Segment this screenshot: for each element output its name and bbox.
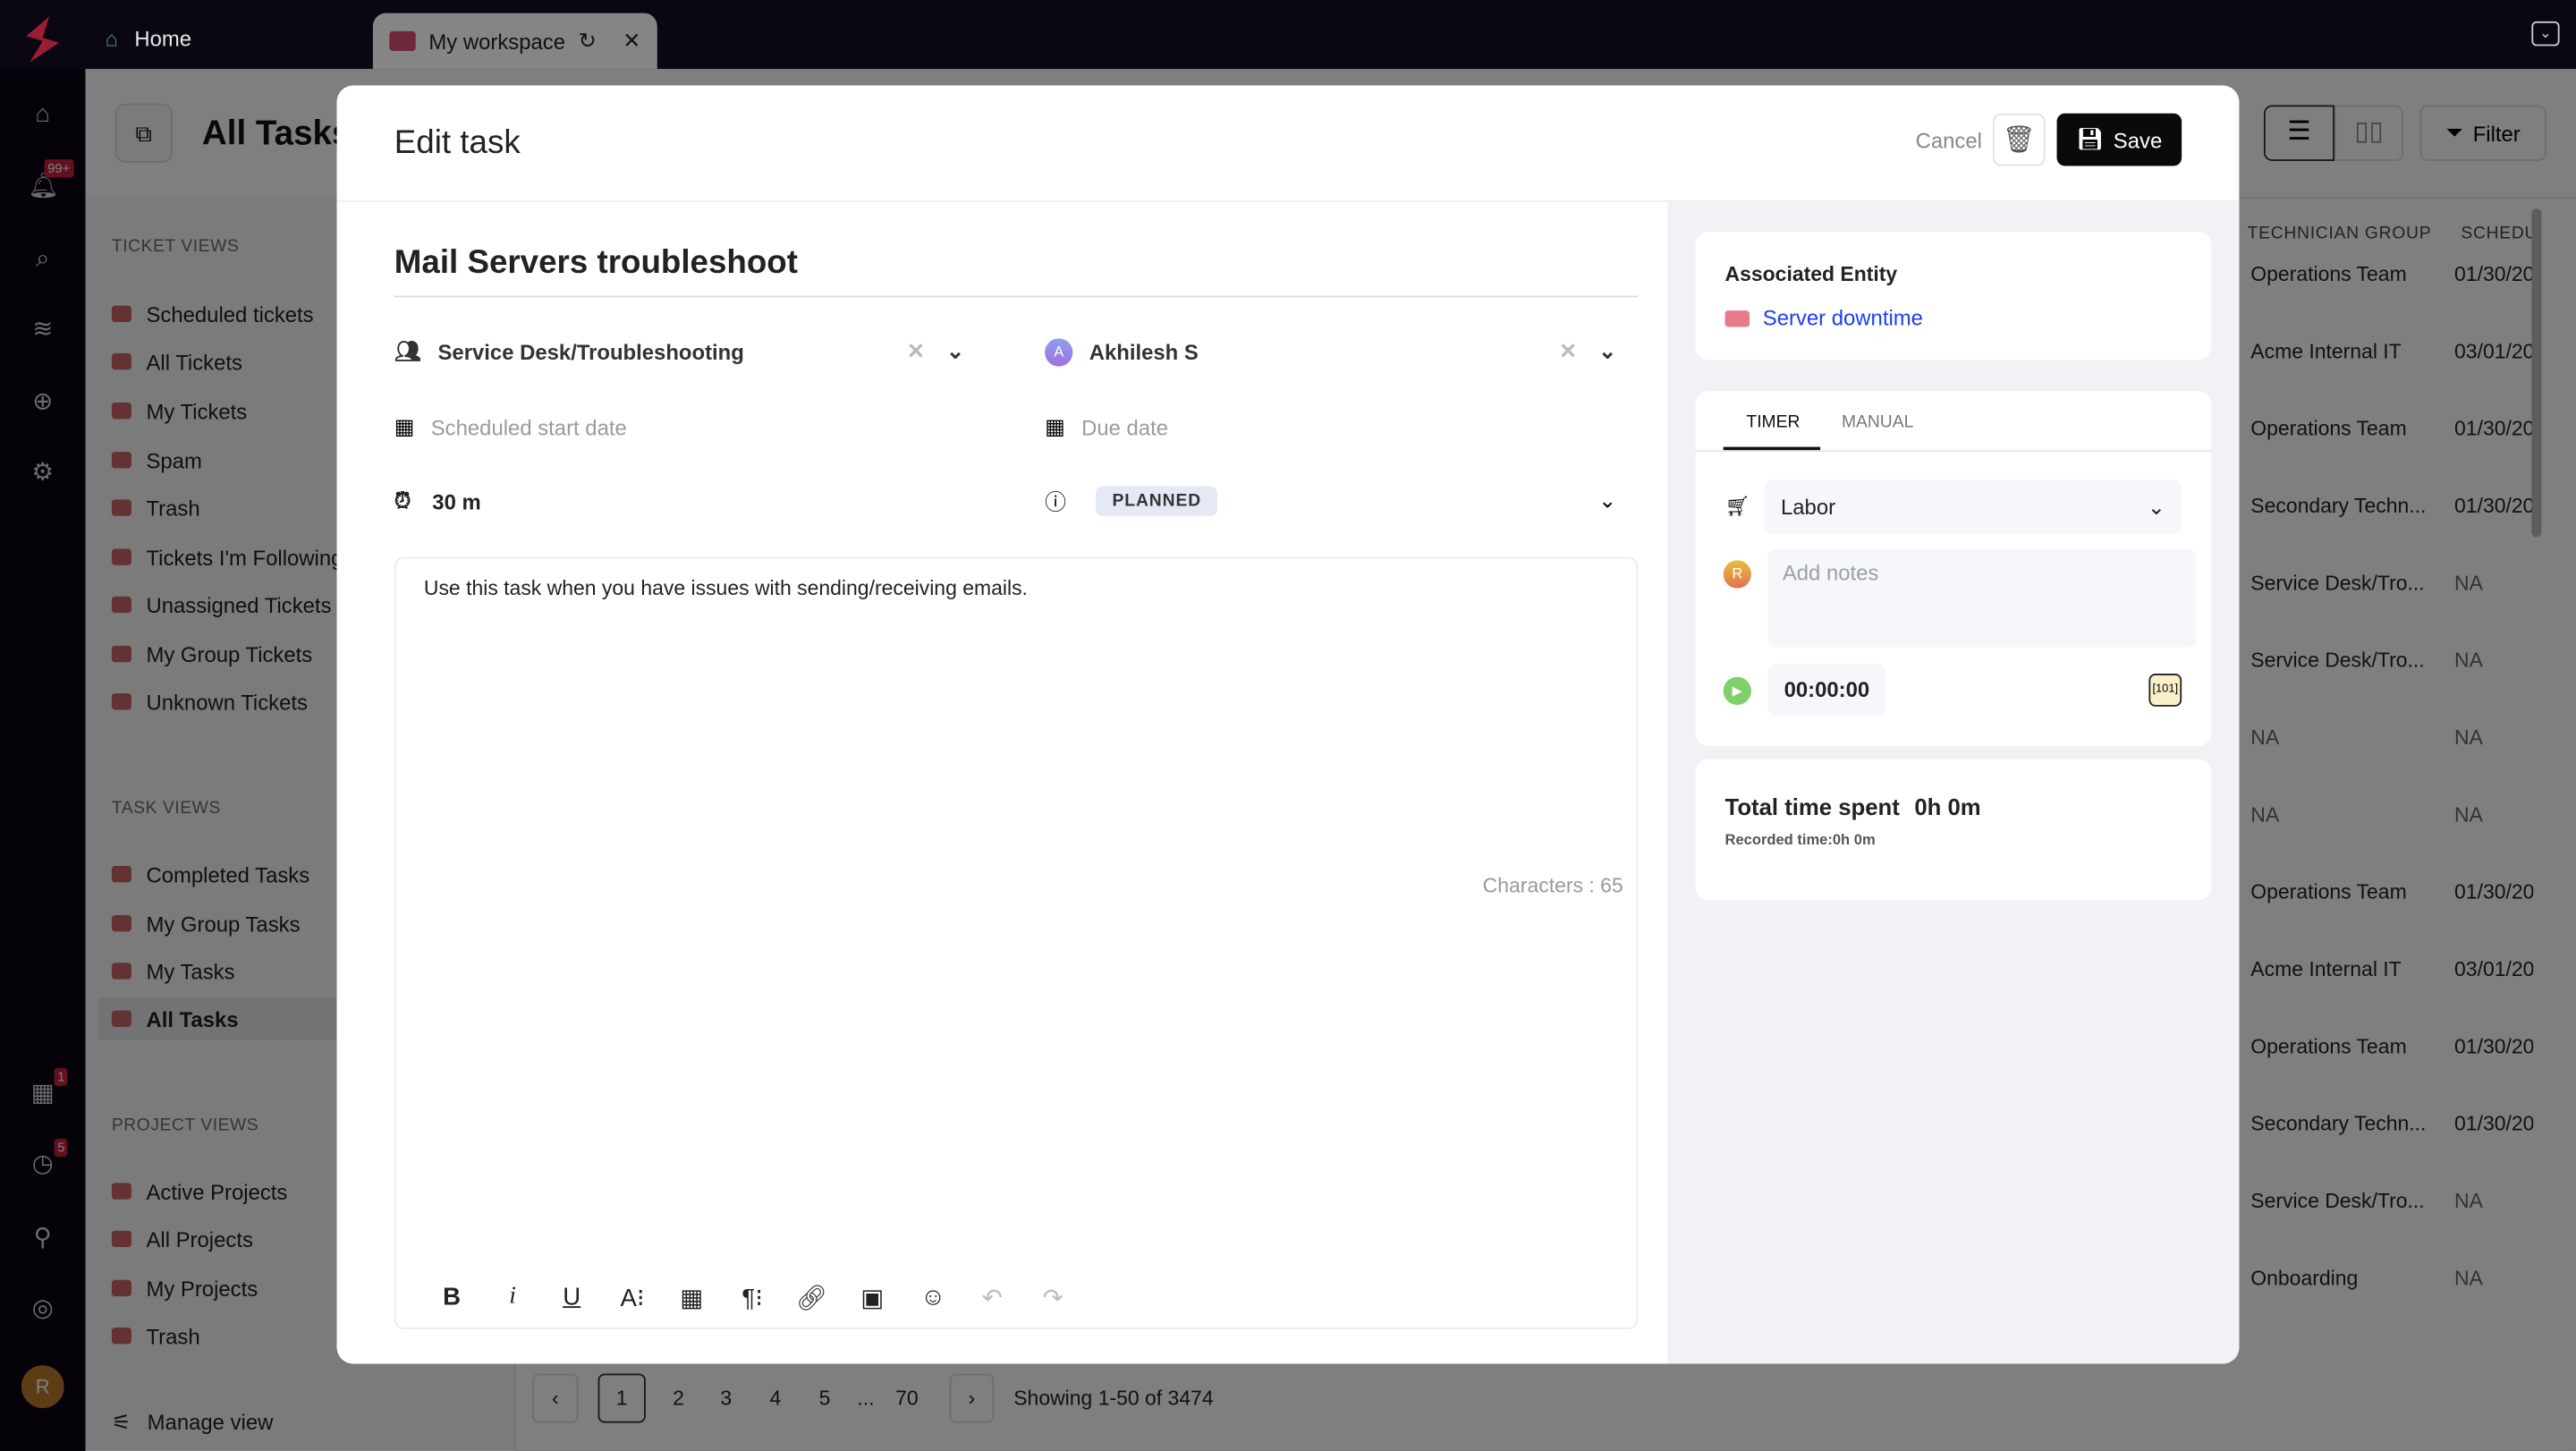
duration-field[interactable]: ⏰︎ 30 m bbox=[394, 488, 481, 513]
cancel-button[interactable]: Cancel bbox=[1916, 128, 1982, 153]
calendar-icon: ▦ bbox=[1045, 413, 1065, 439]
save-label: Save bbox=[2113, 127, 2163, 152]
modal-header: Edit task Cancel 🗑︎ 💾︎ Save bbox=[336, 86, 2240, 202]
time-tracking-panel: Associated Entity Server downtime TIMER … bbox=[1667, 201, 2240, 1364]
play-icon[interactable]: ▶ bbox=[1723, 676, 1751, 705]
redo-icon[interactable]: ↷ bbox=[1035, 1283, 1071, 1312]
assignee-select[interactable]: A Akhilesh S ✕ ⌄ bbox=[1045, 337, 1620, 367]
duration-value: 30 m bbox=[432, 488, 481, 513]
clear-assignee-icon[interactable]: ✕ bbox=[1559, 338, 1577, 364]
total-time-value: 0h 0m bbox=[1914, 793, 1981, 820]
user-avatar: R bbox=[1723, 560, 1751, 589]
associated-entity-label: Associated Entity bbox=[1724, 262, 1898, 286]
due-date-field[interactable]: ▦ Due date bbox=[1045, 414, 1168, 440]
group-select[interactable]: 👥︎ Service Desk/Troubleshooting ✕ ⌄ bbox=[394, 337, 970, 367]
tab-manual[interactable]: MANUAL bbox=[1842, 412, 1913, 432]
notes-input[interactable]: Add notes bbox=[1767, 548, 2197, 648]
description-text[interactable]: Use this task when you have issues with … bbox=[424, 577, 1028, 600]
trash-icon: 🗑︎ bbox=[2002, 126, 2036, 155]
status-badge: PLANNED bbox=[1096, 485, 1218, 515]
ticket-icon bbox=[1724, 310, 1750, 327]
delete-button[interactable]: 🗑︎ bbox=[1992, 113, 2046, 166]
chevron-down-icon: ⌄ bbox=[2147, 493, 2165, 519]
total-time: Total time spent 0h 0m bbox=[1725, 793, 1981, 819]
recorded-time: Recorded time:0h 0m bbox=[1724, 831, 1876, 848]
task-title-input[interactable]: Mail Servers troubleshoot bbox=[394, 245, 798, 283]
total-time-label: Total time spent bbox=[1724, 793, 1900, 820]
link-icon[interactable]: 🔗︎ bbox=[793, 1283, 829, 1312]
app-logo[interactable] bbox=[20, 13, 65, 66]
house-icon: ⌂ bbox=[105, 26, 118, 51]
alarm-clock-icon: ⏰︎ bbox=[394, 488, 411, 513]
chevron-down-icon[interactable]: ⌄ bbox=[946, 338, 964, 364]
start-date-placeholder: Scheduled start date bbox=[430, 414, 627, 440]
associated-entity-card: Associated Entity Server downtime bbox=[1695, 231, 2212, 361]
billing-icon[interactable]: [101] bbox=[2148, 674, 2182, 707]
description-editor[interactable]: Use this task when you have issues with … bbox=[394, 556, 1639, 1329]
tab-home-label: Home bbox=[134, 26, 192, 51]
due-date-placeholder: Due date bbox=[1081, 414, 1169, 440]
entity-link-label: Server downtime bbox=[1762, 305, 1923, 331]
edit-task-modal: Edit task Cancel 🗑︎ 💾︎ Save Mail Servers … bbox=[336, 85, 2240, 1364]
modal-title: Edit task bbox=[394, 124, 521, 161]
italic-icon[interactable]: i bbox=[495, 1283, 530, 1311]
entity-link[interactable]: Server downtime bbox=[1724, 305, 1923, 331]
bold-icon[interactable]: B bbox=[434, 1283, 470, 1311]
item-type-value: Labor bbox=[1780, 494, 1836, 520]
character-count: Characters : 65 bbox=[1482, 874, 1623, 897]
paragraph-icon[interactable]: ¶⁝ bbox=[734, 1283, 770, 1312]
group-icon: 👥︎ bbox=[394, 338, 422, 363]
status-select[interactable]: ⓘ PLANNED ⌄ bbox=[1045, 485, 1620, 516]
tab-timer[interactable]: TIMER bbox=[1746, 412, 1800, 432]
floppy-icon: 💾︎ bbox=[2076, 126, 2104, 151]
chevron-down-icon[interactable]: ⌄ bbox=[1598, 338, 1616, 364]
timer-display: 00:00:00 bbox=[1767, 664, 1886, 717]
undo-icon[interactable]: ↶ bbox=[974, 1283, 1010, 1312]
tab-divider bbox=[1695, 450, 2212, 453]
group-value: Service Desk/Troubleshooting bbox=[437, 339, 744, 364]
underline-icon[interactable]: U bbox=[554, 1283, 589, 1311]
cart-icon: 🛒︎ bbox=[1724, 494, 1750, 518]
item-type-select[interactable]: Labor ⌄ bbox=[1764, 479, 2182, 534]
font-size-icon[interactable]: A⁝ bbox=[614, 1283, 650, 1312]
calendar-icon: ▦ bbox=[394, 413, 415, 439]
tab-home[interactable]: ⌂ Home bbox=[106, 26, 192, 51]
clear-group-icon[interactable]: ✕ bbox=[907, 338, 925, 364]
emoji-icon[interactable]: ☺ bbox=[915, 1283, 951, 1311]
title-underline bbox=[394, 295, 1639, 298]
assignee-avatar: A bbox=[1045, 337, 1073, 366]
assignee-value: Akhilesh S bbox=[1089, 339, 1199, 364]
timer-card: TIMER MANUAL 🛒︎ Labor ⌄ R Add notes ▶ 00:… bbox=[1695, 391, 2212, 746]
image-icon[interactable]: ▣ bbox=[854, 1283, 890, 1312]
window-menu-icon[interactable]: ⌄ bbox=[2531, 21, 2560, 47]
total-time-card: Total time spent 0h 0m Recorded time:0h 0… bbox=[1695, 759, 2212, 901]
save-button[interactable]: 💾︎ Save bbox=[2056, 113, 2182, 166]
tab-dim bbox=[372, 13, 657, 70]
table-icon[interactable]: ▦ bbox=[674, 1283, 709, 1312]
info-icon: ⓘ bbox=[1045, 489, 1067, 514]
start-date-field[interactable]: ▦ Scheduled start date bbox=[394, 414, 627, 440]
chevron-down-icon[interactable]: ⌄ bbox=[1598, 488, 1616, 513]
